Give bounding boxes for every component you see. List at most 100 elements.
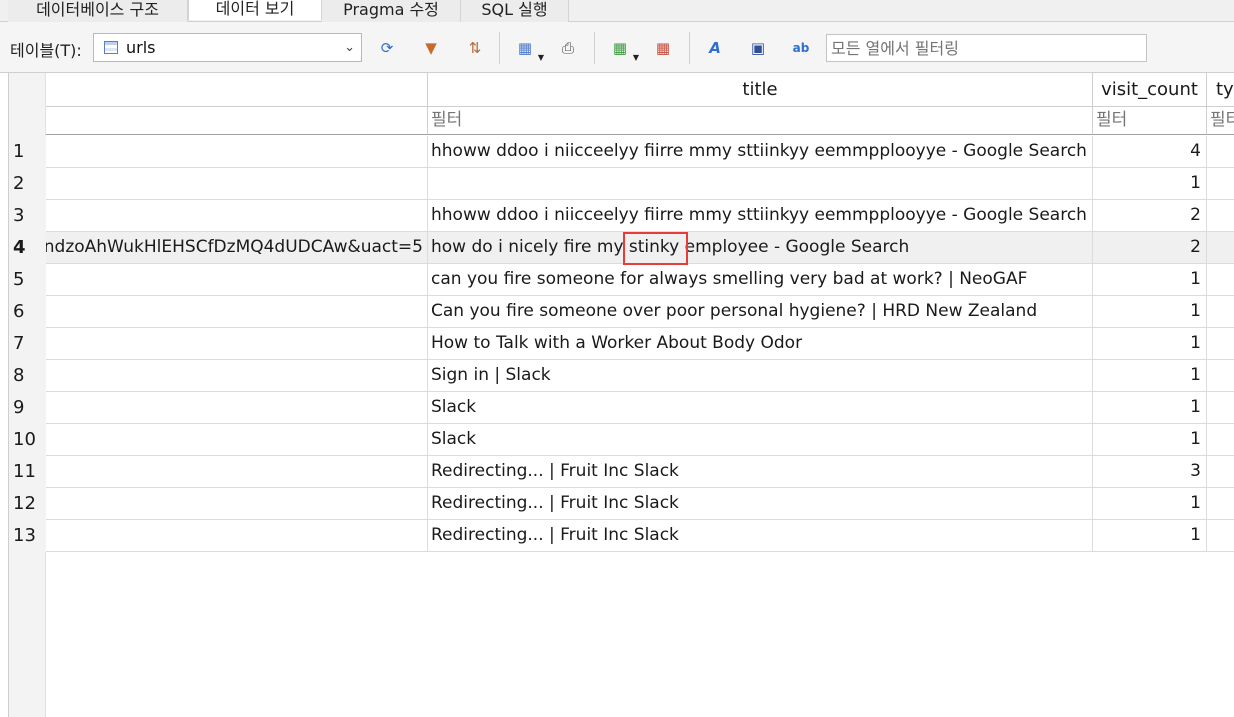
tab-execute-sql[interactable]: SQL 실행 xyxy=(461,0,569,22)
row-number[interactable]: 11 xyxy=(9,456,46,488)
cell-visit-count[interactable]: 1 xyxy=(1093,360,1207,392)
cell-visit-count[interactable]: 1 xyxy=(1093,328,1207,360)
table-select[interactable]: urls ⌄ xyxy=(93,33,362,62)
row-number[interactable]: 4 xyxy=(9,232,46,264)
cell-typed-count[interactable] xyxy=(1207,136,1234,168)
cell-url[interactable] xyxy=(46,360,428,392)
cell-typed-count[interactable] xyxy=(1207,264,1234,296)
filter-input-typed-count[interactable] xyxy=(1207,107,1234,133)
cell-url[interactable] xyxy=(46,264,428,296)
cell-typed-count[interactable] xyxy=(1207,168,1234,200)
set-null-icon[interactable]: ▣ xyxy=(748,38,768,58)
font-format-icon[interactable]: A xyxy=(705,38,725,58)
cell-visit-count[interactable]: 1 xyxy=(1093,168,1207,200)
cell-url[interactable] xyxy=(46,392,428,424)
clear-sort-icon[interactable]: ⇅ xyxy=(465,38,485,58)
row-number[interactable]: 5 xyxy=(9,264,46,296)
cell-title[interactable]: Slack xyxy=(428,424,1093,456)
cell-url[interactable] xyxy=(46,424,428,456)
column-header-typed-count[interactable]: typ xyxy=(1207,73,1234,107)
table-row[interactable]: 1 hhoww ddoo i niicceelyy fiirre mmy stti… xyxy=(9,136,1234,168)
table-row[interactable]: 12 Redirecting... | Fruit Inc Slack 1 xyxy=(9,488,1234,520)
print-icon[interactable]: ⎙ xyxy=(558,38,578,58)
cell-url[interactable] xyxy=(46,200,428,232)
table-row[interactable]: 8 Sign in | Slack 1 xyxy=(9,360,1234,392)
refresh-icon[interactable]: ⟳ xyxy=(377,38,397,58)
table-row[interactable]: 6 Can you fire someone over poor personal… xyxy=(9,296,1234,328)
cell-typed-count[interactable] xyxy=(1207,456,1234,488)
filter-input-title[interactable] xyxy=(428,107,1092,133)
table-row[interactable]: 10 Slack 1 xyxy=(9,424,1234,456)
cell-url[interactable] xyxy=(46,456,428,488)
cell-title[interactable]: Slack xyxy=(428,392,1093,424)
insert-record-icon[interactable]: ▦ ▼ xyxy=(610,38,639,62)
table-row[interactable]: 7 How to Talk with a Worker About Body Od… xyxy=(9,328,1234,360)
table-row[interactable]: 4 ndzoAhWukHlEHSCfDzMQ4dUDCAw&uact=5 how d… xyxy=(9,232,1234,264)
cell-title[interactable]: Redirecting... | Fruit Inc Slack xyxy=(428,456,1093,488)
cell-title[interactable] xyxy=(428,168,1093,200)
cell-visit-count[interactable]: 1 xyxy=(1093,264,1207,296)
tab-database-structure[interactable]: 데이터베이스 구조 xyxy=(8,0,188,22)
row-number[interactable]: 3 xyxy=(9,200,46,232)
row-number[interactable]: 12 xyxy=(9,488,46,520)
table-row[interactable]: 3 hhoww ddoo i niicceelyy fiirre mmy stti… xyxy=(9,200,1234,232)
cell-visit-count[interactable]: 1 xyxy=(1093,296,1207,328)
cell-title[interactable]: Can you fire someone over poor personal … xyxy=(428,296,1093,328)
tab-edit-pragmas[interactable]: Pragma 수정 xyxy=(322,0,461,22)
cell-typed-count[interactable] xyxy=(1207,392,1234,424)
cell-url[interactable] xyxy=(46,488,428,520)
cell-url[interactable] xyxy=(46,136,428,168)
delete-record-icon[interactable]: ▦ xyxy=(653,38,673,58)
table-row[interactable]: 9 Slack 1 xyxy=(9,392,1234,424)
row-number[interactable]: 10 xyxy=(9,424,46,456)
cell-visit-count[interactable]: 4 xyxy=(1093,136,1207,168)
cell-url[interactable]: ndzoAhWukHlEHSCfDzMQ4dUDCAw&uact=5 xyxy=(46,232,428,264)
cell-typed-count[interactable] xyxy=(1207,520,1234,552)
table-row[interactable]: 11 Redirecting... | Fruit Inc Slack 3 xyxy=(9,456,1234,488)
row-number[interactable]: 6 xyxy=(9,296,46,328)
cell-url[interactable] xyxy=(46,520,428,552)
filter-all-columns-input[interactable] xyxy=(826,34,1147,62)
row-number[interactable]: 13 xyxy=(9,520,46,552)
cell-url[interactable] xyxy=(46,328,428,360)
cell-typed-count[interactable] xyxy=(1207,296,1234,328)
table-row[interactable]: 21 xyxy=(9,168,1234,200)
row-number[interactable]: 2 xyxy=(9,168,46,200)
cell-title[interactable]: Sign in | Slack xyxy=(428,360,1093,392)
cell-typed-count[interactable] xyxy=(1207,424,1234,456)
cell-title[interactable]: hhoww ddoo i niicceelyy fiirre mmy sttii… xyxy=(428,200,1093,232)
filter-input-url[interactable] xyxy=(46,107,427,133)
cell-typed-count[interactable] xyxy=(1207,200,1234,232)
cell-visit-count[interactable]: 1 xyxy=(1093,520,1207,552)
column-header-title[interactable]: title xyxy=(428,73,1093,107)
cell-title[interactable]: Redirecting... | Fruit Inc Slack xyxy=(428,520,1093,552)
filter-input-visit-count[interactable] xyxy=(1093,107,1206,133)
row-number[interactable]: 7 xyxy=(9,328,46,360)
cell-typed-count[interactable] xyxy=(1207,328,1234,360)
save-table-icon[interactable]: ▦ ▼ xyxy=(515,38,544,62)
cell-url[interactable] xyxy=(46,168,428,200)
cell-visit-count[interactable]: 3 xyxy=(1093,456,1207,488)
cell-title[interactable]: How to Talk with a Worker About Body Odo… xyxy=(428,328,1093,360)
cell-title[interactable]: Redirecting... | Fruit Inc Slack xyxy=(428,488,1093,520)
column-header-url[interactable] xyxy=(46,73,428,107)
cell-title[interactable]: hhoww ddoo i niicceelyy fiirre mmy sttii… xyxy=(428,136,1093,168)
cell-typed-count[interactable] xyxy=(1207,488,1234,520)
cell-title[interactable]: how do i nicely fire my stinky employee … xyxy=(428,232,1093,264)
row-number[interactable]: 8 xyxy=(9,360,46,392)
table-row[interactable]: 5 can you fire someone for always smellin… xyxy=(9,264,1234,296)
cell-visit-count[interactable]: 2 xyxy=(1093,200,1207,232)
cell-visit-count[interactable]: 1 xyxy=(1093,488,1207,520)
table-row[interactable]: 13 Redirecting... | Fruit Inc Slack 1 xyxy=(9,520,1234,552)
clear-filters-icon[interactable]: ▼ xyxy=(421,38,441,58)
tab-browse-data[interactable]: 데이터 보기 xyxy=(188,0,322,20)
cell-url[interactable] xyxy=(46,296,428,328)
cell-visit-count[interactable]: 2 xyxy=(1093,232,1207,264)
cell-typed-count[interactable] xyxy=(1207,360,1234,392)
cell-visit-count[interactable]: 1 xyxy=(1093,392,1207,424)
row-number[interactable]: 1 xyxy=(9,136,46,168)
find-replace-icon[interactable]: ab xyxy=(791,38,811,58)
row-number[interactable]: 9 xyxy=(9,392,46,424)
cell-title[interactable]: can you fire someone for always smelling… xyxy=(428,264,1093,296)
column-header-visit-count[interactable]: visit_count xyxy=(1093,73,1207,107)
